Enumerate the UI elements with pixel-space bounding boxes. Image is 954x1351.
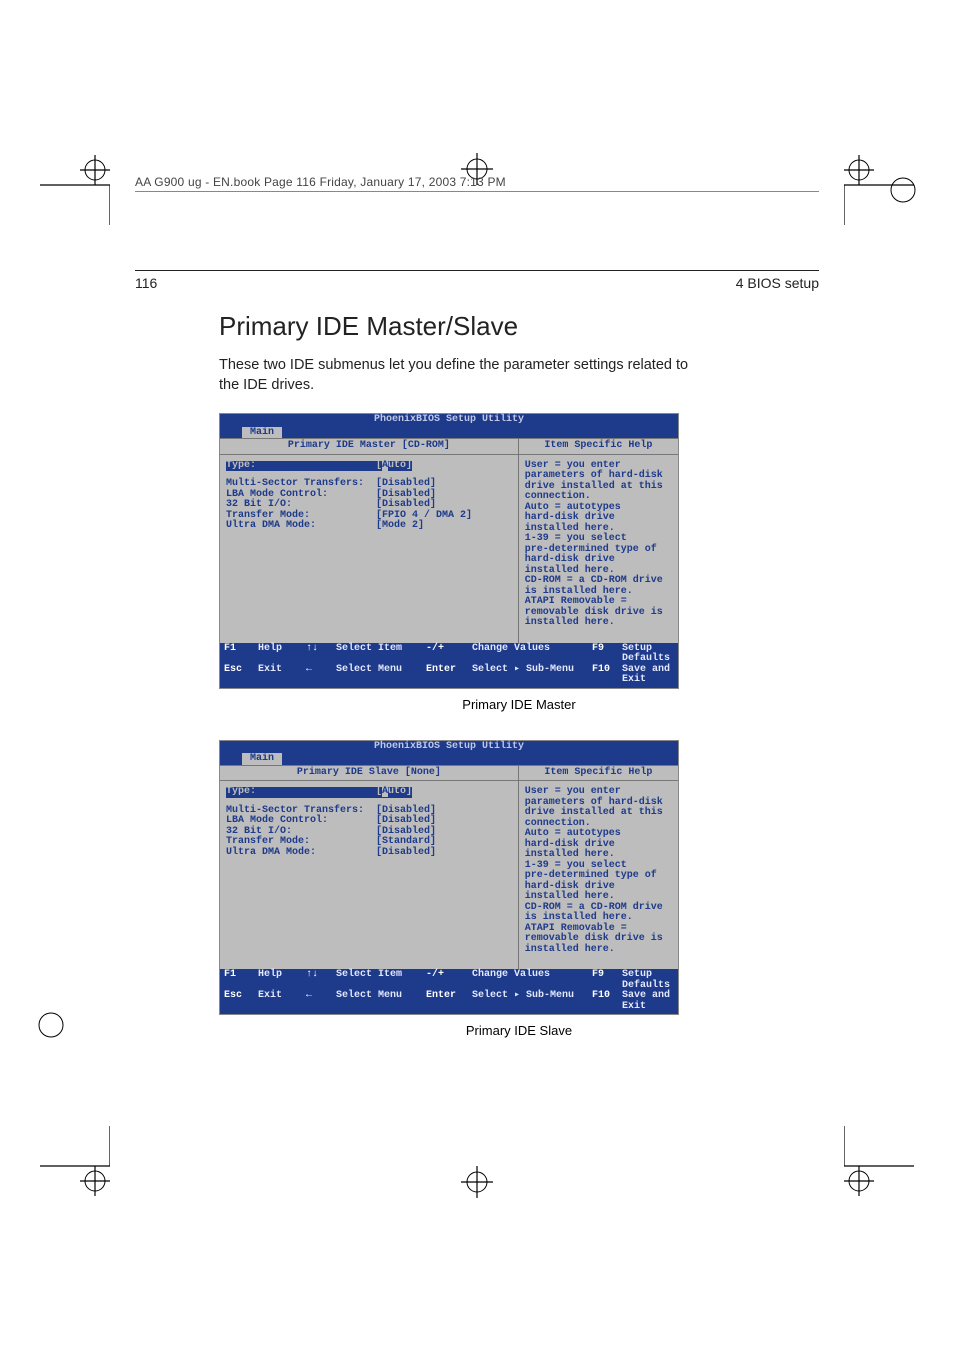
running-head: AA G900 ug - EN.book Page 116 Friday, Ja…: [135, 175, 819, 192]
align-ring-right: [888, 175, 918, 205]
bios-footer-cell: F9: [592, 970, 622, 991]
bios-footer-cell: Esc: [224, 991, 258, 1012]
bios-footer: F1Help↑↓Select Item-/+Change ValuesF9Set…: [220, 643, 678, 688]
bios-footer-cell: -/+: [426, 970, 472, 991]
bios-setting-row: Type:[Auto]: [226, 787, 512, 798]
bios-footer-cell: Setup Defaults: [622, 644, 674, 665]
page-title: Primary IDE Master/Slave: [219, 311, 819, 342]
bios-subhead-left: Primary IDE Slave [None]: [220, 766, 518, 781]
chapter-label: 4 BIOS setup: [736, 275, 819, 291]
bios-settings-panel: Type:[Auto]Multi-Sector Transfers:[Disab…: [220, 455, 518, 643]
bios-footer-cell: F1: [224, 970, 258, 991]
align-ring-left: [36, 1010, 66, 1040]
bios-tab-main: Main: [242, 753, 282, 765]
bios-footer-cell: ←: [306, 665, 336, 686]
crop-mark-tl: [40, 155, 110, 225]
bios-footer-cell: ↑↓: [306, 970, 336, 991]
bios-footer-cell: Save and Exit: [622, 665, 674, 686]
bios-subhead-right: Item Specific Help: [518, 439, 678, 454]
bios-setting-row: Ultra DMA Mode:[Disabled]: [226, 848, 512, 859]
bios-subhead-left: Primary IDE Master [CD-ROM]: [220, 439, 518, 454]
bios-footer-cell: Select Menu: [336, 665, 426, 686]
bios-settings-panel: Type:[Auto]Multi-Sector Transfers:[Disab…: [220, 781, 518, 969]
caption-master: Primary IDE Master: [219, 697, 819, 712]
bios-screenshot-master: PhoenixBIOS Setup Utility Main Primary I…: [219, 413, 679, 689]
bios-footer-cell: Select Menu: [336, 991, 426, 1012]
bios-footer-cell: Help: [258, 970, 306, 991]
bios-help-panel: User = you enter parameters of hard-disk…: [518, 781, 678, 969]
bios-footer-cell: Save and Exit: [622, 991, 674, 1012]
bios-footer-cell: Enter: [426, 665, 472, 686]
bios-footer-cell: Setup Defaults: [622, 970, 674, 991]
bios-footer-cell: ←: [306, 991, 336, 1012]
caption-slave: Primary IDE Slave: [219, 1023, 819, 1038]
bios-footer-cell: Exit: [258, 665, 306, 686]
bios-footer-cell: Enter: [426, 991, 472, 1012]
bios-footer-cell: Select ▸ Sub-Menu: [472, 665, 592, 686]
bios-footer-cell: Exit: [258, 991, 306, 1012]
page-number: 116: [135, 275, 157, 291]
bios-footer-cell: Select Item: [336, 970, 426, 991]
bios-footer-cell: F10: [592, 991, 622, 1012]
bios-footer-cell: ↑↓: [306, 644, 336, 665]
crop-mark-bl: [40, 1126, 110, 1196]
bios-subhead-right: Item Specific Help: [518, 766, 678, 781]
bios-footer-cell: Change Values: [472, 644, 592, 665]
bios-setting-row: Type:[Auto]: [226, 461, 512, 472]
bios-setting-row: Ultra DMA Mode:[Mode 2]: [226, 521, 512, 532]
bios-footer-cell: F10: [592, 665, 622, 686]
crop-mark-br: [844, 1126, 914, 1196]
bios-footer-cell: Select ▸ Sub-Menu: [472, 991, 592, 1012]
bios-footer-cell: -/+: [426, 644, 472, 665]
bios-footer-cell: F9: [592, 644, 622, 665]
bios-footer-cell: Select Item: [336, 644, 426, 665]
bios-screenshot-slave: PhoenixBIOS Setup Utility Main Primary I…: [219, 740, 679, 1016]
lead-paragraph: These two IDE submenus let you define th…: [219, 356, 689, 395]
bios-footer-cell: F1: [224, 644, 258, 665]
bios-title: PhoenixBIOS Setup Utility: [220, 741, 678, 754]
bios-footer: F1Help↑↓Select Item-/+Change ValuesF9Set…: [220, 969, 678, 1014]
bios-tab-main: Main: [242, 427, 282, 439]
bios-help-panel: User = you enter parameters of hard-disk…: [518, 455, 678, 643]
bios-title: PhoenixBIOS Setup Utility: [220, 414, 678, 427]
bios-footer-cell: Esc: [224, 665, 258, 686]
bios-footer-cell: Change Values: [472, 970, 592, 991]
bios-footer-cell: Help: [258, 644, 306, 665]
